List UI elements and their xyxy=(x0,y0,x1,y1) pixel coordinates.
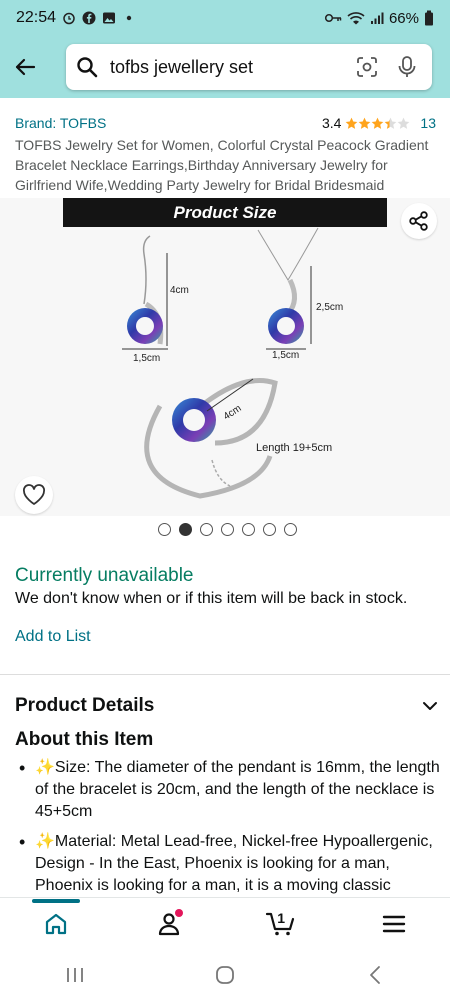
star-icon xyxy=(385,117,397,129)
bracelet-length-label: Length 19+5cm xyxy=(256,442,332,454)
notification-badge xyxy=(174,908,183,917)
cart-count: 1 xyxy=(277,909,286,926)
recent-apps-button[interactable] xyxy=(45,955,105,995)
search-input[interactable]: tofbs jewellery set xyxy=(110,57,352,78)
home-circle-icon xyxy=(216,965,234,984)
earring-height-label: 4cm xyxy=(170,285,189,296)
list-item: ✨Material: Metal Lead-free, Nickel-free … xyxy=(15,831,450,897)
availability-status: Currently unavailable xyxy=(15,565,194,586)
star-icon xyxy=(359,117,371,129)
voice-search-button[interactable] xyxy=(392,52,422,82)
nav-cart[interactable]: 1 xyxy=(251,901,311,947)
nav-account[interactable] xyxy=(139,901,199,947)
status-bar: 22:54 66% xyxy=(0,0,450,36)
pendant-height-label: 2,5cm xyxy=(316,302,343,313)
wishlist-button[interactable] xyxy=(15,476,53,514)
carousel-dot[interactable] xyxy=(157,523,171,536)
add-to-list-link[interactable]: Add to List xyxy=(15,628,91,646)
battery-icon xyxy=(425,10,433,26)
carousel-dot[interactable] xyxy=(220,523,234,536)
bottom-nav: 1 xyxy=(0,897,450,949)
microphone-icon xyxy=(398,56,416,77)
recent-apps-icon xyxy=(67,967,83,982)
carousel-dots xyxy=(0,523,450,536)
carousel-dot[interactable] xyxy=(178,523,192,536)
back-button[interactable] xyxy=(2,44,48,90)
image-banner: Product Size xyxy=(63,198,387,227)
brand-rating-row: Brand: TOFBS 3.4 13 xyxy=(15,115,436,131)
stock-note: We don't know when or if this item will … xyxy=(15,590,408,607)
system-nav-bar xyxy=(0,949,450,1000)
carousel-dot[interactable] xyxy=(241,523,255,536)
search-icon xyxy=(77,57,98,78)
list-item: ✨Size: The diameter of the pendant is 16… xyxy=(15,757,450,823)
search-bar[interactable]: tofbs jewellery set xyxy=(66,44,432,90)
product-title: TOFBS Jewelry Set for Women, Colorful Cr… xyxy=(15,137,429,193)
back-system-button[interactable] xyxy=(345,955,405,995)
review-count[interactable]: 13 xyxy=(420,115,436,131)
alarm-icon xyxy=(63,12,75,25)
signal-icon xyxy=(370,12,384,24)
star-icon xyxy=(398,117,410,129)
carousel-dot[interactable] xyxy=(199,523,213,536)
star-icon xyxy=(346,117,358,129)
camera-search-button[interactable] xyxy=(352,52,382,82)
product-image: 4cm 1,5cm 2,5cm 1,5cm 4cm Length 19+5cm xyxy=(122,227,343,499)
rating-stars xyxy=(345,117,410,130)
battery-percent: 66% xyxy=(388,9,419,27)
star-icon xyxy=(372,117,384,129)
nav-menu[interactable] xyxy=(364,901,424,947)
share-button[interactable] xyxy=(401,203,437,239)
section-divider xyxy=(0,674,450,675)
back-arrow-icon xyxy=(15,58,36,76)
nav-active-indicator xyxy=(32,898,81,903)
about-item-list: ✨Size: The diameter of the pendant is 16… xyxy=(15,757,450,905)
notification-dot-icon xyxy=(126,15,132,21)
vpn-key-icon xyxy=(324,13,342,23)
about-item-title: About this Item xyxy=(15,729,154,750)
carousel-dot[interactable] xyxy=(283,523,297,536)
facebook-icon xyxy=(82,11,96,25)
product-details-header[interactable]: Product Details xyxy=(15,695,440,717)
carousel-dot[interactable] xyxy=(262,523,276,536)
bracelet-width-label: 4cm xyxy=(222,403,244,423)
share-icon xyxy=(409,211,428,231)
wifi-icon xyxy=(347,12,365,25)
home-system-button[interactable] xyxy=(195,955,255,995)
pendant-width-label: 1,5cm xyxy=(272,350,299,361)
rating[interactable]: 3.4 13 xyxy=(322,115,436,131)
product-details-title: Product Details xyxy=(15,695,155,716)
back-chevron-icon xyxy=(370,965,380,984)
earring-width-label: 1,5cm xyxy=(133,353,160,364)
camera-scan-icon xyxy=(357,57,377,77)
home-icon xyxy=(46,913,67,934)
heart-icon xyxy=(23,484,45,505)
brand-link[interactable]: Brand: TOFBS xyxy=(15,115,106,131)
nav-home[interactable] xyxy=(26,898,86,947)
rating-value: 3.4 xyxy=(321,115,342,131)
gallery-icon xyxy=(103,12,116,24)
chevron-down-icon xyxy=(423,702,437,710)
search-header: tofbs jewellery set xyxy=(0,36,450,98)
product-image-carousel[interactable]: 4cm 1,5cm 2,5cm 1,5cm 4cm Length 19+5cm … xyxy=(0,198,450,516)
status-time: 22:54 xyxy=(16,9,57,26)
hamburger-menu-icon xyxy=(382,915,405,932)
